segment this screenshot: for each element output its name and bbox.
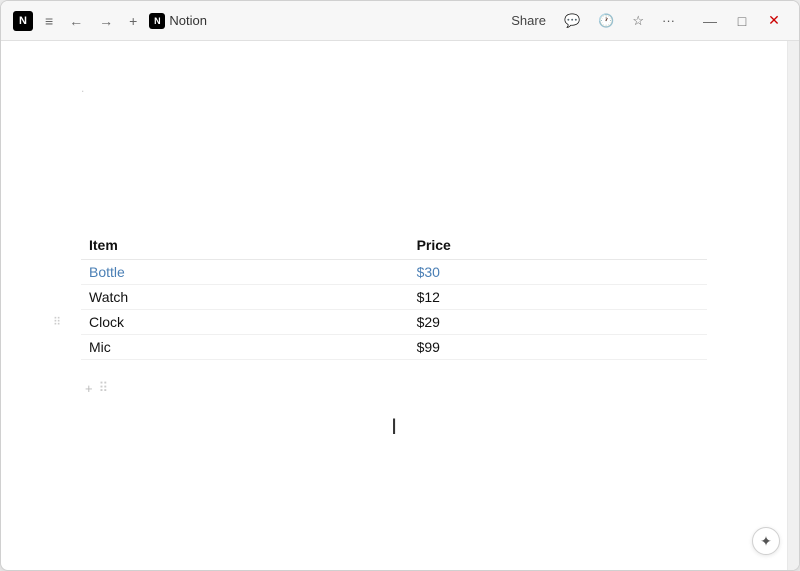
dot: . bbox=[81, 81, 84, 95]
forward-icon: → bbox=[99, 13, 113, 29]
menu-button[interactable]: ≡ bbox=[41, 11, 57, 31]
row-handle: ⠿ bbox=[53, 316, 61, 329]
add-row-drag-icon: ⠿ bbox=[99, 380, 109, 396]
table-row: Mic $99 bbox=[81, 335, 707, 360]
minimize-icon: — bbox=[703, 13, 717, 29]
content-area: . Item Price Bottle bbox=[1, 41, 799, 570]
tab-notion-icon: N bbox=[149, 13, 165, 29]
maximize-button[interactable]: □ bbox=[729, 8, 755, 34]
row-price: $12 bbox=[409, 285, 707, 310]
cursor-area[interactable]: I bbox=[81, 396, 707, 458]
menu-icon: ≡ bbox=[45, 13, 53, 29]
maximize-icon: □ bbox=[738, 13, 746, 29]
star-button[interactable]: ☆ bbox=[626, 10, 650, 32]
share-button[interactable]: Share bbox=[505, 10, 552, 31]
add-row-controls: + ⠿ bbox=[81, 380, 707, 396]
row-item: ⠿ Clock bbox=[81, 310, 409, 335]
table-body: Bottle $30 Watch $12 ⠿ Clock bbox=[81, 260, 707, 360]
star-icon: ☆ bbox=[632, 13, 644, 28]
dot-marker: . bbox=[81, 81, 707, 201]
table-row: Watch $12 bbox=[81, 285, 707, 310]
table-wrapper: Item Price Bottle $30 Watch bbox=[81, 231, 707, 396]
row-price: $29 bbox=[409, 310, 707, 335]
notion-icon: N bbox=[13, 11, 33, 31]
plus-icon: + bbox=[129, 13, 137, 29]
titlebar: N ≡ ← → + N Notion Share 💬 bbox=[1, 1, 799, 41]
header-item: Item bbox=[81, 231, 409, 260]
titlebar-right: Share 💬 🕐 ☆ ··· bbox=[505, 10, 681, 32]
comment-button[interactable]: 💬 bbox=[558, 10, 586, 32]
text-cursor: I bbox=[391, 416, 397, 438]
back-icon: ← bbox=[69, 13, 83, 29]
back-button[interactable]: ← bbox=[65, 11, 87, 31]
history-button[interactable]: 🕐 bbox=[592, 10, 620, 32]
history-icon: 🕐 bbox=[598, 13, 614, 28]
table-header: Item Price bbox=[81, 231, 707, 260]
minimize-button[interactable]: — bbox=[697, 8, 723, 34]
forward-button[interactable]: → bbox=[95, 11, 117, 31]
titlebar-left: N ≡ ← → + N Notion bbox=[13, 11, 207, 31]
sparkle-icon: ✦ bbox=[760, 533, 772, 550]
add-row-plus-icon[interactable]: + bbox=[85, 381, 93, 396]
bottom-action-button[interactable]: ✦ bbox=[752, 527, 780, 555]
close-button[interactable]: ✕ bbox=[761, 8, 787, 34]
scrollbar[interactable] bbox=[787, 41, 799, 570]
new-tab-button[interactable]: + bbox=[125, 11, 141, 31]
window-controls: — □ ✕ bbox=[697, 8, 787, 34]
row-item: Mic bbox=[81, 335, 409, 360]
header-price: Price bbox=[409, 231, 707, 260]
row-item: Bottle bbox=[81, 260, 409, 285]
app-window: N ≡ ← → + N Notion Share 💬 bbox=[0, 0, 800, 571]
more-icon: ··· bbox=[662, 13, 675, 28]
header-row: Item Price bbox=[81, 231, 707, 260]
table-row: ⠿ Clock $29 bbox=[81, 310, 707, 335]
close-icon: ✕ bbox=[768, 12, 780, 29]
page-title: Notion bbox=[169, 13, 207, 28]
more-button[interactable]: ··· bbox=[656, 10, 681, 31]
row-item: Watch bbox=[81, 285, 409, 310]
comment-icon: 💬 bbox=[564, 13, 580, 28]
table-row: Bottle $30 bbox=[81, 260, 707, 285]
page-content[interactable]: . Item Price Bottle bbox=[1, 41, 787, 570]
notion-table: Item Price Bottle $30 Watch bbox=[81, 231, 707, 360]
row-price: $99 bbox=[409, 335, 707, 360]
row-price: $30 bbox=[409, 260, 707, 285]
